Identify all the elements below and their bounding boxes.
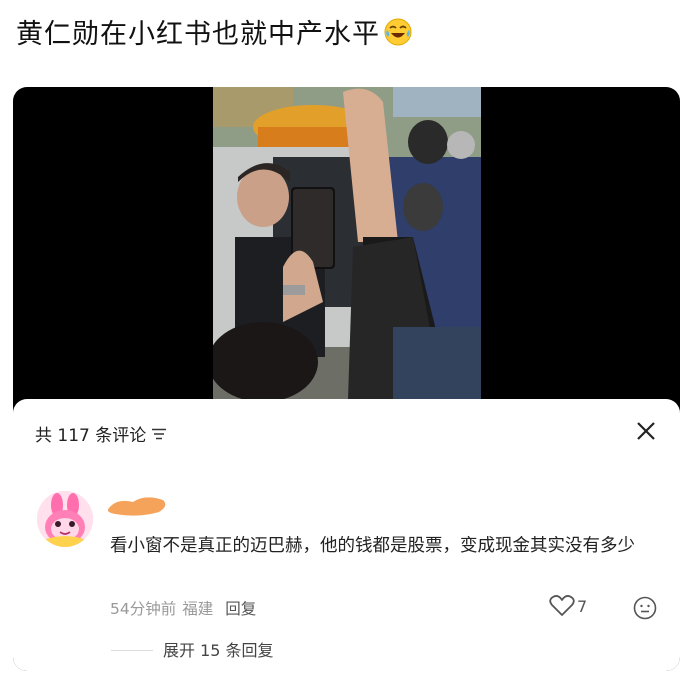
video-frame[interactable]: [213, 87, 481, 399]
shared-video-card[interactable]: 共 117 条评论 看小窗不是真正的迈巴赫，他的钱都是股票，变成现金其实没有多少…: [13, 87, 680, 671]
comment-location: 福建: [182, 600, 214, 618]
post-title: 黄仁勋在小红书也就中产水平: [16, 12, 413, 54]
like-button[interactable]: 7: [549, 595, 587, 617]
post-title-text: 黄仁勋在小红书也就中产水平: [16, 19, 380, 50]
username-redacted: [105, 494, 169, 518]
reply-button[interactable]: 回复: [225, 600, 256, 618]
cartoon-rabbit-avatar: [37, 491, 93, 547]
comment-time: 54分钟前: [110, 600, 177, 618]
like-count: 7: [577, 597, 588, 616]
tears-of-joy-emoji-icon: [383, 17, 413, 54]
avatar[interactable]: [37, 491, 93, 547]
comment-count-label: 共 117 条评论: [35, 426, 147, 446]
expand-replies-button[interactable]: 展开 15 条回复: [111, 637, 274, 661]
comment-meta: 54分钟前 福建 回复: [110, 597, 256, 619]
expand-replies-label: 展开 15 条回复: [163, 641, 274, 660]
filter-icon[interactable]: [152, 425, 167, 445]
crowd-photo: [213, 87, 481, 399]
comments-sheet: 共 117 条评论 看小窗不是真正的迈巴赫，他的钱都是股票，变成现金其实没有多少…: [13, 399, 680, 671]
smiley-icon: [633, 596, 657, 620]
emoji-reaction-button[interactable]: [633, 596, 657, 624]
comment-text: 看小窗不是真正的迈巴赫，他的钱都是股票，变成现金其实没有多少: [110, 536, 635, 556]
heart-icon: [549, 595, 575, 616]
close-icon[interactable]: [635, 420, 657, 446]
divider-line: [111, 650, 153, 651]
comment-count-header[interactable]: 共 117 条评论: [35, 421, 167, 446]
